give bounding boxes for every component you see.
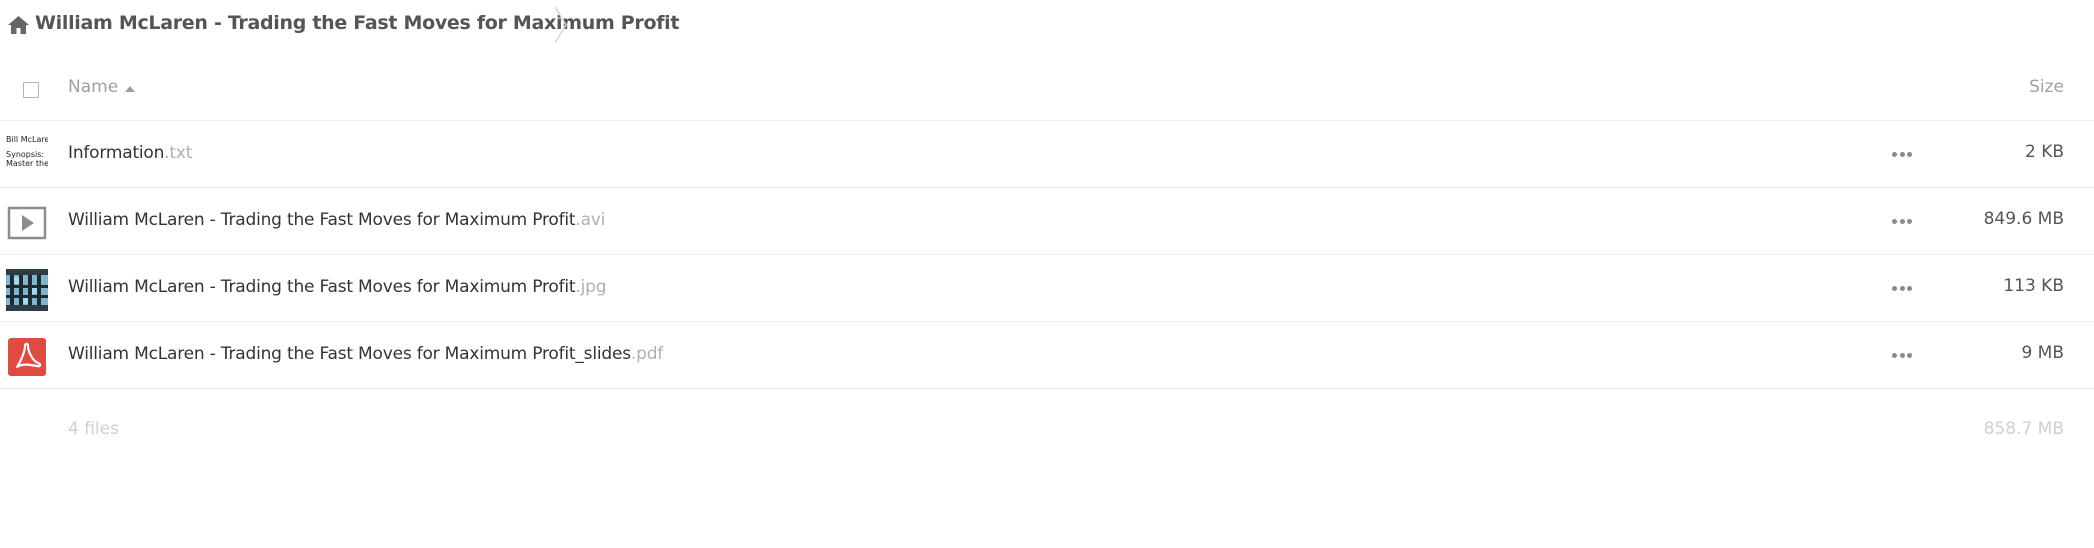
file-extension: .avi — [575, 210, 606, 230]
size-column-header[interactable]: Size — [2029, 77, 2064, 97]
file-size: 113 KB — [2003, 276, 2064, 296]
more-options-icon[interactable] — [1892, 350, 1912, 360]
preview-line: Bill McLaren — [6, 135, 48, 144]
breadcrumb-chevron-icon — [554, 6, 567, 44]
file-count: 4 files — [68, 419, 119, 439]
file-browser: William McLaren - Trading the Fast Moves… — [0, 0, 2094, 548]
text-file-thumbnail: Bill McLaren Synopsis: Master the — [6, 135, 48, 177]
file-extension: .txt — [164, 143, 193, 163]
file-extension: .jpg — [575, 277, 607, 297]
file-basename: William McLaren - Trading the Fast Moves… — [68, 277, 576, 297]
file-name[interactable]: William McLaren - Trading the Fast Moves… — [68, 277, 607, 297]
file-row[interactable]: Bill McLaren Synopsis: Master the Inform… — [0, 121, 2094, 188]
video-play-icon — [7, 206, 47, 240]
file-name[interactable]: William McLaren - Trading the Fast Moves… — [68, 210, 605, 230]
preview-line: Master the — [6, 159, 48, 168]
file-row[interactable]: William McLaren - Trading the Fast Moves… — [0, 188, 2094, 255]
file-extension: .pdf — [630, 344, 664, 364]
file-row[interactable]: William McLaren - Trading the Fast Moves… — [0, 255, 2094, 322]
file-size: 9 MB — [2021, 343, 2064, 363]
name-column-header[interactable]: Name — [68, 77, 118, 97]
more-options-icon[interactable] — [1892, 283, 1912, 293]
preview-line: Synopsis: — [6, 150, 45, 159]
summary-row: 4 files 858.7 MB — [0, 405, 2094, 455]
file-size: 2 KB — [2024, 142, 2064, 162]
more-options-icon[interactable] — [1892, 216, 1912, 226]
file-name[interactable]: Information.txt — [68, 143, 192, 163]
table-header: Name Size — [0, 67, 2094, 121]
file-name[interactable]: William McLaren - Trading the Fast Moves… — [68, 344, 663, 364]
select-all-checkbox[interactable] — [23, 82, 39, 98]
breadcrumb-folder-label[interactable]: William McLaren - Trading the Fast Moves… — [35, 12, 679, 34]
file-basename: William McLaren - Trading the Fast Moves… — [68, 344, 631, 364]
file-row[interactable]: William McLaren - Trading the Fast Moves… — [0, 322, 2094, 389]
total-size: 858.7 MB — [1983, 419, 2064, 439]
sort-ascending-icon[interactable] — [124, 85, 136, 93]
pdf-icon — [8, 338, 46, 376]
file-size: 849.6 MB — [1983, 209, 2064, 229]
file-basename: William McLaren - Trading the Fast Moves… — [68, 210, 576, 230]
file-basename: Information — [68, 143, 165, 163]
image-thumbnail — [6, 269, 48, 311]
home-icon[interactable] — [8, 16, 29, 34]
more-options-icon[interactable] — [1892, 149, 1912, 159]
